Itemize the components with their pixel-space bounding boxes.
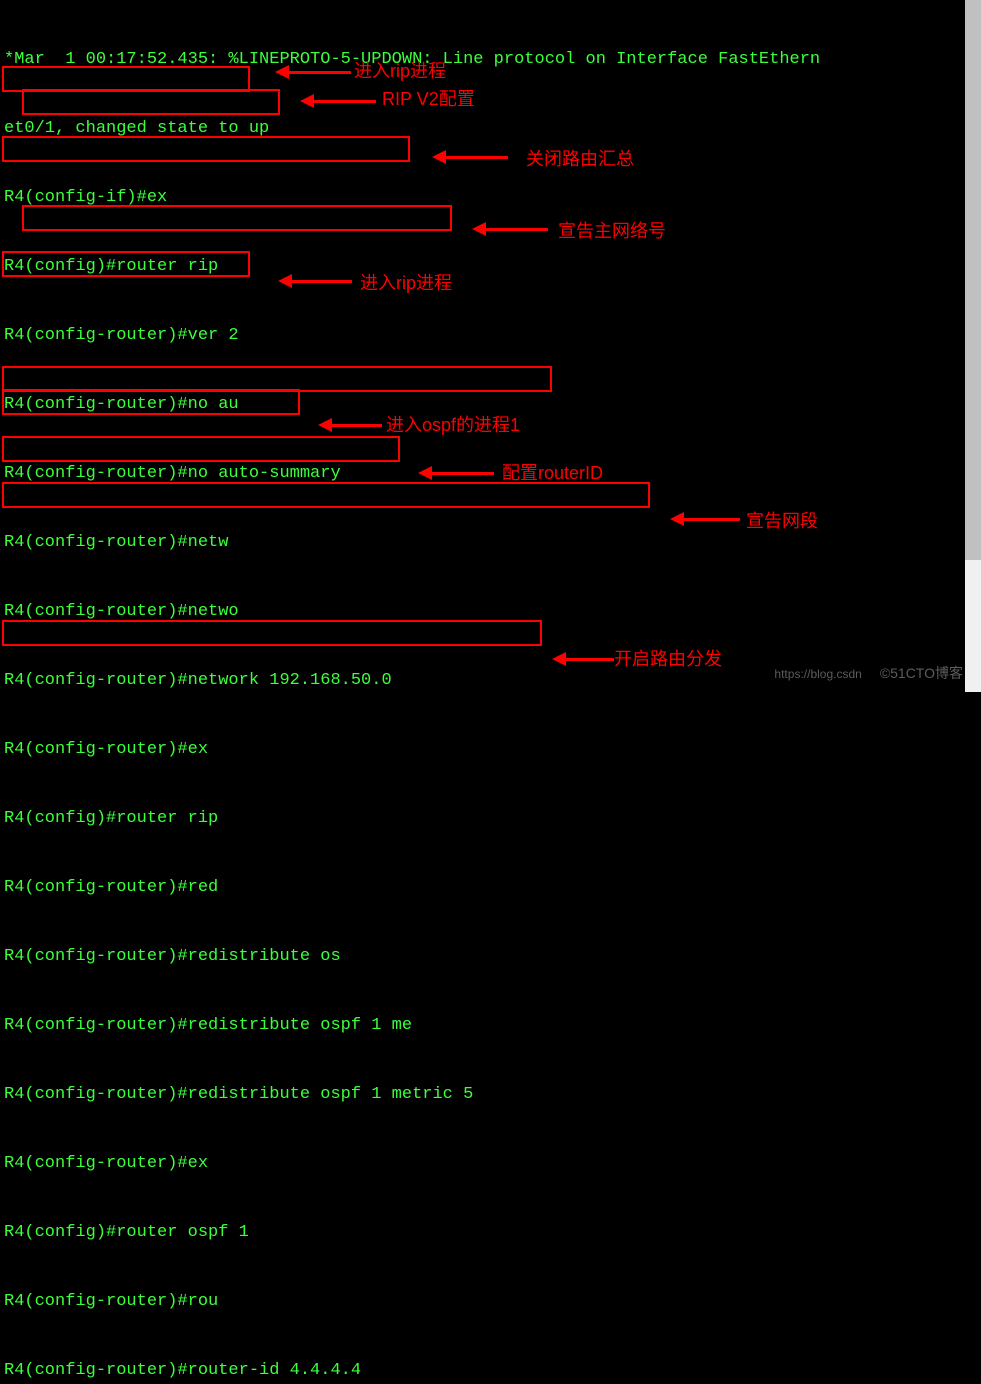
terminal-output: *Mar 1 00:17:52.435: %LINEPROTO-5-UPDOWN… <box>4 2 977 1384</box>
annotation-label: 开启路由分发 <box>614 648 722 671</box>
watermark: https://blog.csdn ©51CTO博客 <box>774 662 963 686</box>
annotation-label: 宣告网段 <box>746 510 818 533</box>
cli-line: R4(config-router)#rou <box>4 1290 977 1313</box>
arrow-icon <box>552 652 614 666</box>
cli-line: R4(config-router)#no au <box>4 393 977 416</box>
cli-line: R4(config-router)#redistribute ospf 1 me <box>4 1014 977 1037</box>
arrow-icon <box>670 512 740 526</box>
arrow-icon <box>275 65 351 79</box>
cli-line: R4(config-router)#ex <box>4 1152 977 1175</box>
annotation-label: RIP V2配置 <box>382 88 475 111</box>
watermark-brand: ©51CTO博客 <box>880 662 963 685</box>
vertical-scrollbar[interactable] <box>965 0 981 692</box>
arrow-icon <box>300 94 376 108</box>
annotation-label: 配置routerID <box>502 462 603 485</box>
annotation-label: 进入rip进程 <box>360 272 452 295</box>
arrow-icon <box>278 274 352 288</box>
scrollbar-thumb[interactable] <box>965 0 981 560</box>
annotation-label: 关闭路由汇总 <box>526 148 634 171</box>
annotation-label: 进入ospf的进程1 <box>386 414 520 437</box>
cli-line: R4(config-router)#netwo <box>4 600 977 623</box>
arrow-icon <box>318 418 382 432</box>
log-line: et0/1, changed state to up <box>4 117 977 140</box>
cli-line: R4(config-router)#netw <box>4 531 977 554</box>
cli-line: R4(config)#router rip <box>4 255 977 278</box>
cli-line: R4(config-router)#ver 2 <box>4 324 977 347</box>
log-line: *Mar 1 00:17:52.435: %LINEPROTO-5-UPDOWN… <box>4 48 977 71</box>
annotation-label: 宣告主网络号 <box>558 220 666 243</box>
cli-line: R4(config-if)#ex <box>4 186 977 209</box>
arrow-icon <box>472 222 548 236</box>
cli-line: R4(config-router)#router-id 4.4.4.4 <box>4 1359 977 1382</box>
cli-line: R4(config-router)#ex <box>4 738 977 761</box>
cli-line: R4(config)#router rip <box>4 807 977 830</box>
cli-line: R4(config-router)#redistribute os <box>4 945 977 968</box>
cli-line: R4(config-router)#red <box>4 876 977 899</box>
arrow-icon <box>432 150 508 164</box>
watermark-url: https://blog.csdn <box>774 663 861 686</box>
annotation-label: 进入rip进程 <box>354 60 446 83</box>
arrow-icon <box>418 466 494 480</box>
cli-line: R4(config-router)#redistribute ospf 1 me… <box>4 1083 977 1106</box>
cli-line: R4(config)#router ospf 1 <box>4 1221 977 1244</box>
